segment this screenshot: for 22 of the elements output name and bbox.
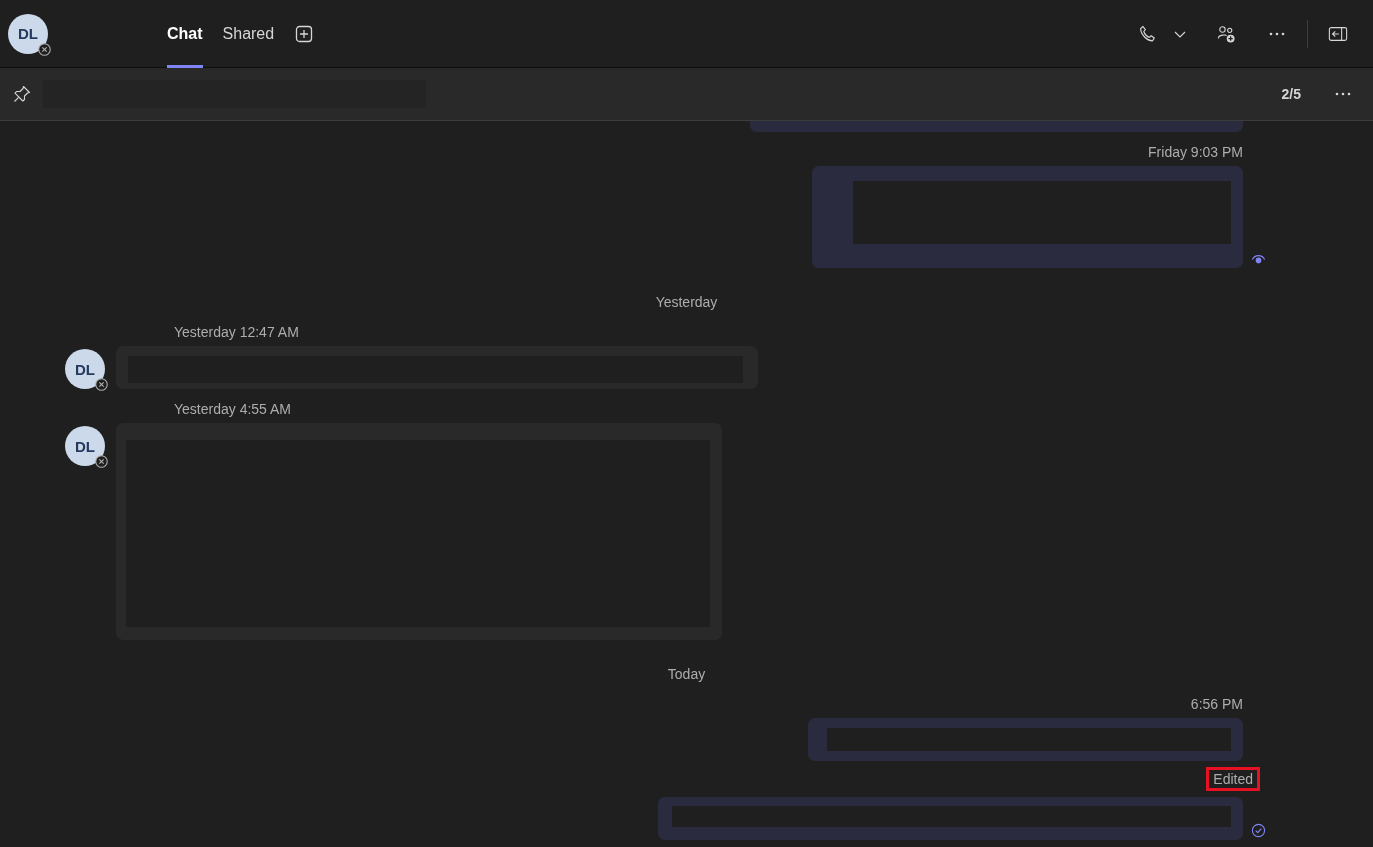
user-avatar[interactable]: DL — [8, 13, 48, 54]
add-tab-icon[interactable] — [294, 23, 315, 44]
message-timestamp: 6:56 PM — [1190, 696, 1243, 712]
offline-status-icon — [95, 455, 108, 468]
date-divider: Today — [667, 666, 706, 682]
pin-icon[interactable] — [12, 84, 32, 104]
message-timestamp: Yesterday 4:55 AM — [174, 401, 291, 417]
edited-label: Edited — [1206, 767, 1260, 791]
message-timestamp: Yesterday 12:47 AM — [174, 324, 299, 340]
avatar-initials: DL — [75, 360, 95, 378]
pinned-counter: 2/5 — [1281, 86, 1301, 102]
avatar-initials: DL — [18, 25, 38, 42]
date-divider: Yesterday — [655, 294, 718, 310]
avatar-initials: DL — [75, 437, 95, 455]
message-timestamp: Friday 9:03 PM — [1148, 144, 1243, 160]
phone-icon[interactable] — [1137, 23, 1157, 44]
offline-status-icon — [38, 42, 51, 56]
offline-status-icon — [95, 378, 108, 391]
add-people-icon[interactable] — [1217, 23, 1237, 44]
sender-avatar[interactable]: DL — [65, 349, 105, 389]
sender-avatar[interactable]: DL — [65, 426, 105, 466]
tab[interactable]: Shared — [222, 0, 275, 68]
